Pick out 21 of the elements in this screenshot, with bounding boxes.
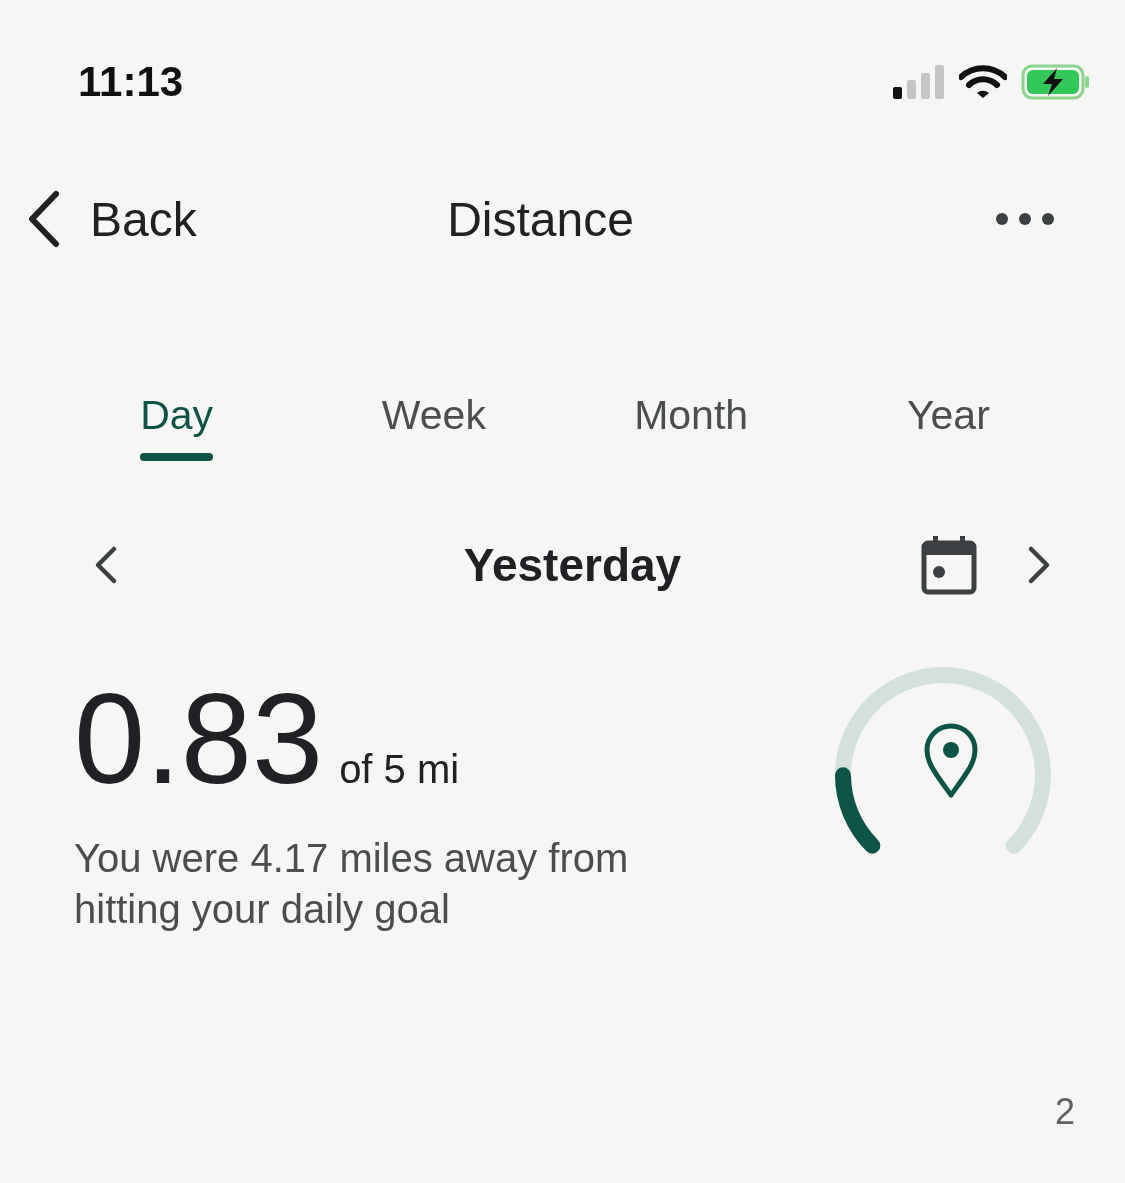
back-chevron-icon (26, 190, 62, 248)
status-time: 11:13 (78, 58, 184, 106)
back-button[interactable]: Back (26, 190, 197, 248)
battery-charging-icon (1021, 64, 1091, 100)
period-tab[interactable]: Year (906, 374, 990, 461)
period-tab[interactable]: Week (381, 374, 486, 461)
next-day-button[interactable] (1026, 545, 1052, 585)
page-number: 2 (1054, 1091, 1075, 1133)
previous-day-button[interactable] (93, 545, 119, 585)
location-pin-icon (924, 723, 978, 798)
goal-message: You were 4.17 miles away from hitting your daily goal (74, 835, 630, 933)
signal-icon (893, 65, 945, 99)
date-label: Yesterday (462, 538, 682, 592)
wifi-icon (959, 65, 1007, 99)
distance-value: 0.83 (74, 675, 324, 803)
period-tab[interactable]: Month (634, 374, 749, 461)
more-options-button[interactable] (995, 212, 1055, 226)
distance-goal: of 5 mi (339, 747, 460, 792)
calendar-button[interactable] (921, 535, 977, 595)
period-tab[interactable]: Day (140, 374, 214, 461)
screen-title: Distance (447, 191, 634, 247)
